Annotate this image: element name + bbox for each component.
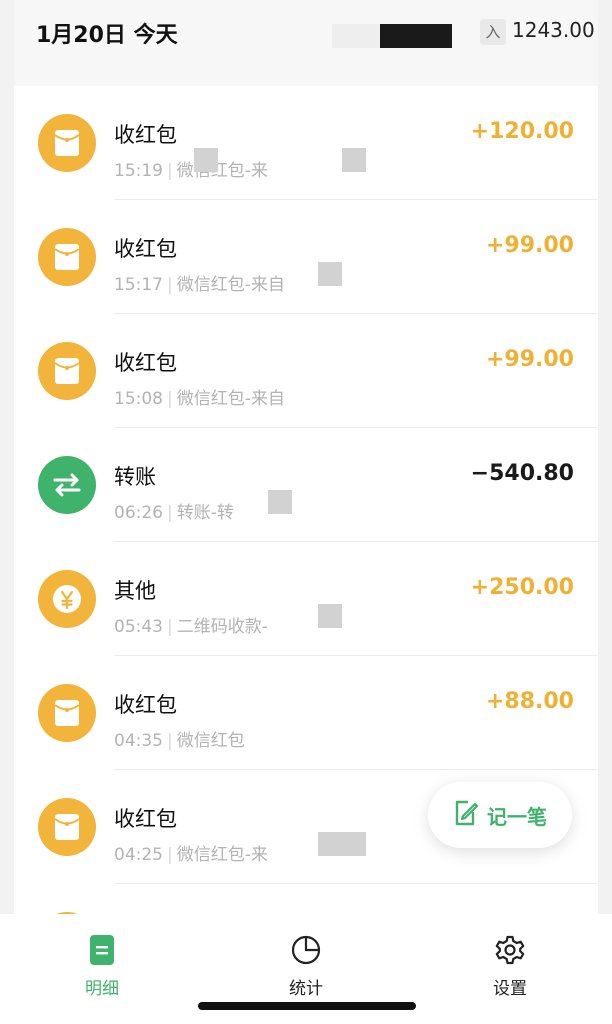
separator: | — [167, 275, 173, 295]
transaction-time: 04:35 — [114, 731, 163, 751]
transaction-meta: 05:43 | 二维码收款- — [114, 612, 268, 637]
transaction-title: 其他 — [114, 579, 156, 603]
transaction-meta: 04:35 | 微信红包 — [114, 726, 245, 751]
redacted-block — [318, 262, 342, 286]
transaction-item[interactable]: 其他 05:43 | 二维码收款- +250.00 — [14, 542, 598, 656]
page-header: 1月20日 今天 入 1243.00 — [14, 0, 598, 86]
tab-settings[interactable]: 设置 — [450, 934, 570, 1004]
tab-statistics-label: 统计 — [289, 979, 323, 999]
transaction-amount: +250.00 — [470, 575, 574, 600]
redacted-block — [342, 832, 366, 856]
transaction-amount: +120.00 — [470, 119, 574, 144]
redacted-block — [194, 148, 218, 172]
transaction-meta: 06:26 | 转账-转 — [114, 498, 234, 523]
tab-statistics[interactable]: 统计 — [246, 934, 366, 1004]
pie-chart-icon — [291, 935, 321, 965]
transaction-item[interactable] — [14, 884, 598, 914]
transaction-time: 15:17 — [114, 275, 163, 295]
transaction-desc: 微信红包 — [176, 731, 245, 751]
separator: | — [167, 389, 173, 409]
income-badge: 入 — [480, 19, 506, 45]
transaction-meta: 15:17 | 微信红包-来自 — [114, 270, 285, 295]
transaction-item[interactable]: 转账 06:26 | 转账-转 −540.80 — [14, 428, 598, 542]
transaction-amount: −540.80 — [470, 461, 574, 486]
transaction-meta: 15:08 | 微信红包-来自 — [114, 384, 285, 409]
tab-details[interactable]: 明细 — [42, 934, 162, 1004]
separator: | — [167, 731, 173, 751]
transaction-time: 05:43 — [114, 617, 163, 637]
transaction-item[interactable]: 收红包 15:19 | 微信红包-来 +120.00 — [14, 86, 598, 200]
tab-settings-label: 设置 — [493, 979, 527, 999]
transaction-title: 转账 — [114, 465, 156, 489]
transaction-meta: 15:19 | 微信红包-来 — [114, 156, 268, 181]
transaction-time: 15:08 — [114, 389, 163, 409]
date-label: 1月20日 今天 — [36, 23, 178, 48]
red-packet-icon — [38, 114, 96, 172]
income-total: 1243.00 — [512, 18, 595, 42]
transaction-title: 收红包 — [114, 123, 177, 147]
yen-coin-icon — [38, 570, 96, 628]
transaction-amount: +99.00 — [485, 233, 574, 258]
document-icon — [90, 935, 114, 965]
separator: | — [167, 617, 173, 637]
transaction-title: 收红包 — [114, 807, 177, 831]
red-packet-icon — [38, 684, 96, 742]
transaction-item[interactable]: 收红包 04:35 | 微信红包 +88.00 — [14, 656, 598, 770]
transfer-icon — [38, 456, 96, 514]
transaction-desc: 二维码收款- — [176, 617, 268, 637]
transaction-desc: 微信红包-来 — [176, 845, 268, 865]
transaction-time: 04:25 — [114, 845, 163, 865]
tab-details-label: 明细 — [85, 979, 119, 999]
transaction-title: 收红包 — [114, 237, 177, 261]
transaction-desc: 微信红包-来 — [176, 161, 268, 181]
add-record-label: 记一笔 — [487, 804, 547, 829]
redacted-block — [318, 604, 342, 628]
transaction-meta: 04:25 | 微信红包-来 — [114, 840, 268, 865]
add-record-button[interactable]: 记一笔 — [428, 782, 572, 848]
edit-note-icon — [453, 799, 479, 831]
transaction-item[interactable]: 收红包 15:08 | 微信红包-来自 +99.00 — [14, 314, 598, 428]
redacted-block — [268, 490, 292, 514]
red-packet-icon — [38, 798, 96, 856]
transaction-time: 06:26 — [114, 503, 163, 523]
transaction-amount: +88.00 — [485, 689, 574, 714]
separator: | — [167, 845, 173, 865]
transaction-time: 15:19 — [114, 161, 163, 181]
transaction-title: 收红包 — [114, 693, 177, 717]
redacted-block — [342, 148, 366, 172]
transaction-item[interactable]: 收红包 15:17 | 微信红包-来自 +99.00 — [14, 200, 598, 314]
gear-icon — [495, 935, 525, 965]
transaction-desc: 转账-转 — [176, 503, 234, 523]
redacted-text — [332, 24, 452, 48]
red-packet-icon — [38, 228, 96, 286]
transaction-title: 收红包 — [114, 351, 177, 375]
separator: | — [167, 161, 173, 181]
transaction-desc: 微信红包-来自 — [176, 389, 285, 409]
transaction-amount: +99.00 — [485, 347, 574, 372]
home-indicator — [198, 1002, 416, 1010]
transaction-desc: 微信红包-来自 — [176, 275, 285, 295]
redacted-block — [318, 832, 342, 856]
red-packet-icon — [38, 342, 96, 400]
separator: | — [167, 503, 173, 523]
